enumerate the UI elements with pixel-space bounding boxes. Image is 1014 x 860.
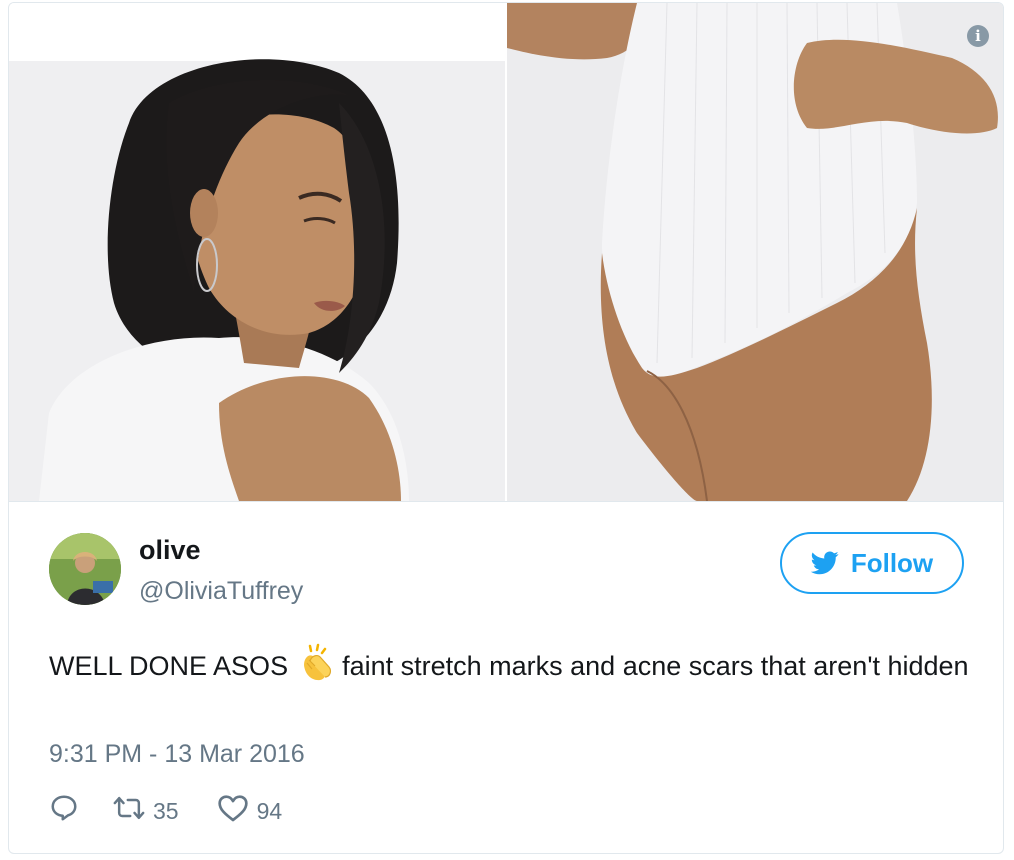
media-photo-portrait[interactable]	[9, 3, 505, 501]
embedded-tweet-card: i olive @OliviaTuffrey Follow WELL DONE …	[8, 2, 1004, 854]
info-icon[interactable]: i	[967, 25, 989, 47]
retweet-count: 35	[153, 797, 179, 824]
clapping-hands-emoji	[296, 643, 336, 696]
reply-icon	[49, 793, 79, 829]
reply-button[interactable]	[49, 793, 79, 829]
tweet-text: WELL DONE ASOS faint stretch marks and a…	[49, 643, 969, 696]
heart-icon	[217, 793, 249, 829]
author-display-name[interactable]: olive	[139, 535, 201, 566]
tweet-text-part-2: faint stretch marks and acne scars that …	[342, 651, 969, 681]
twitter-bird-icon	[810, 551, 839, 575]
retweet-button[interactable]: 35	[113, 794, 179, 828]
tweet-media: i	[9, 3, 1003, 502]
tweet-timestamp[interactable]: 9:31 PM - 13 Mar 2016	[49, 740, 305, 769]
tweet-text-part-1: WELL DONE ASOS	[49, 651, 289, 681]
tweet-actions: 35 94	[49, 791, 282, 831]
follow-button-label: Follow	[850, 547, 934, 578]
like-button[interactable]: 94	[217, 793, 283, 829]
like-count: 94	[256, 797, 283, 824]
retweet-icon	[113, 794, 145, 828]
avatar[interactable]	[49, 533, 121, 605]
author-handle[interactable]: @OliviaTuffrey	[139, 577, 303, 606]
media-photo-bodysuit[interactable]	[507, 3, 1003, 501]
follow-button[interactable]: Follow	[780, 532, 964, 594]
